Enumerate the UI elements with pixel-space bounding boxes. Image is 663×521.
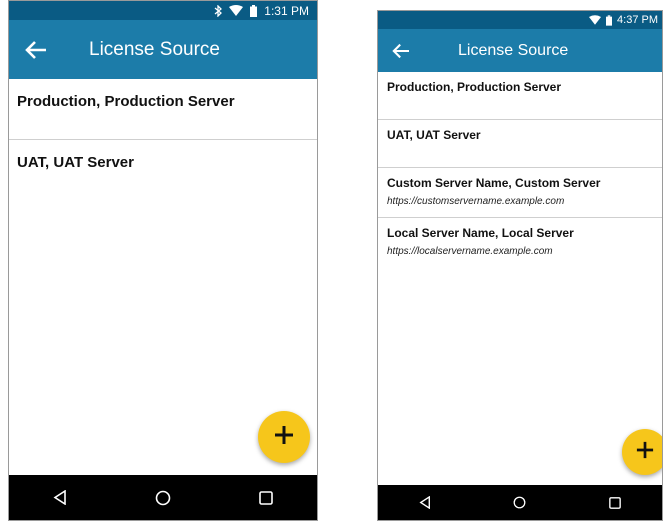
- server-name: Production, Production Server: [17, 93, 235, 110]
- screenshot-canvas: 1:31 PM License Source Production, Produ…: [0, 0, 663, 521]
- bluetooth-icon: [214, 4, 223, 17]
- server-url: https://customservername.example.com: [387, 196, 565, 207]
- list-item-uat[interactable]: UAT, UAT Server: [378, 120, 662, 168]
- license-source-list: Production, Production Server UAT, UAT S…: [9, 79, 317, 201]
- server-name: UAT, UAT Server: [387, 128, 481, 142]
- server-name: Production, Production Server: [387, 80, 562, 94]
- phone-screen-left: 1:31 PM License Source Production, Produ…: [8, 0, 318, 521]
- app-bar: License Source: [9, 20, 317, 79]
- recents-square-icon[interactable]: [608, 496, 621, 509]
- battery-icon: [606, 14, 613, 26]
- list-item-custom-server[interactable]: Custom Server Name, Custom Server https:…: [378, 168, 662, 218]
- home-circle-icon[interactable]: [513, 496, 526, 509]
- phone-screen-right: 4:37 PM License Source Production, Produ…: [377, 10, 663, 521]
- wifi-icon: [229, 5, 244, 16]
- back-arrow-icon[interactable]: [21, 35, 51, 65]
- page-title: License Source: [458, 41, 569, 59]
- list-item-production[interactable]: Production, Production Server: [378, 72, 662, 120]
- list-item-local-server[interactable]: Local Server Name, Local Server https://…: [378, 218, 662, 266]
- recents-square-icon[interactable]: [259, 490, 273, 505]
- home-circle-icon[interactable]: [155, 490, 171, 506]
- status-bar: 1:31 PM: [9, 1, 317, 20]
- battery-icon: [250, 4, 258, 17]
- navigation-bar: [378, 485, 662, 520]
- status-time: 4:37 PM: [617, 14, 658, 26]
- plus-icon: [274, 425, 294, 450]
- plus-icon: [636, 441, 654, 464]
- app-bar: License Source: [378, 29, 662, 72]
- server-url: https://localservername.example.com: [387, 246, 553, 257]
- back-triangle-icon[interactable]: [53, 490, 67, 505]
- back-arrow-icon[interactable]: [388, 38, 414, 64]
- list-item-uat[interactable]: UAT, UAT Server: [9, 140, 317, 201]
- navigation-bar: [9, 475, 317, 520]
- status-bar: 4:37 PM: [378, 11, 662, 29]
- server-name: Local Server Name, Local Server: [387, 226, 574, 240]
- wifi-icon: [589, 15, 602, 25]
- back-triangle-icon[interactable]: [419, 496, 431, 509]
- server-name: UAT, UAT Server: [17, 154, 134, 171]
- license-source-list: Production, Production Server UAT, UAT S…: [378, 72, 662, 266]
- add-server-button[interactable]: [258, 411, 310, 463]
- page-title: License Source: [89, 38, 220, 60]
- list-item-production[interactable]: Production, Production Server: [9, 79, 317, 140]
- server-name: Custom Server Name, Custom Server: [387, 176, 601, 190]
- add-server-button[interactable]: [622, 429, 662, 475]
- status-time: 1:31 PM: [264, 3, 309, 18]
